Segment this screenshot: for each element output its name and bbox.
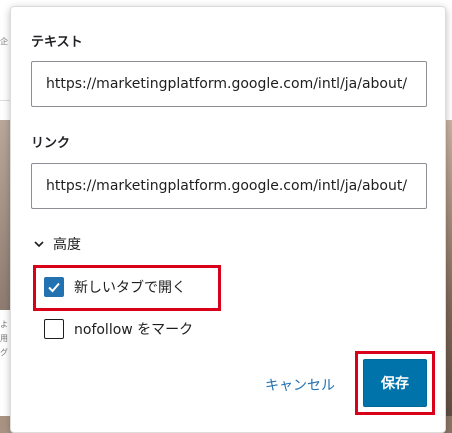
open-in-new-tab-checkbox[interactable] [44,277,64,297]
text-field-label: テキスト [31,35,83,50]
nofollow-label: nofollow をマーク [74,322,194,338]
advanced-settings-label: 高度 [53,237,81,253]
background-text-bottom: よ 用 グ [0,320,8,357]
save-button[interactable]: 保存 [363,359,427,407]
open-in-new-tab-label: 新しいタブで開く [74,280,186,296]
chevron-down-icon [34,241,44,248]
checkmark-icon [48,282,60,293]
text-input[interactable] [31,61,427,107]
advanced-settings-toggle[interactable]: 高度 [33,233,81,255]
background-divider [0,100,10,101]
nofollow-option[interactable]: nofollow をマーク [44,319,193,339]
link-settings-dialog: テキスト リンク 高度 新しいタブで開く nofollow をマーク キャンセル… [10,6,446,433]
link-url-input[interactable] [31,163,427,209]
nofollow-checkbox[interactable] [44,319,64,339]
open-in-new-tab-option[interactable]: 新しいタブで開く [44,277,186,297]
link-field-label: リンク [31,136,71,151]
background-text-top: 企 [0,37,8,46]
cancel-button[interactable]: キャンセル [261,371,339,399]
background-photo-left [0,120,10,310]
